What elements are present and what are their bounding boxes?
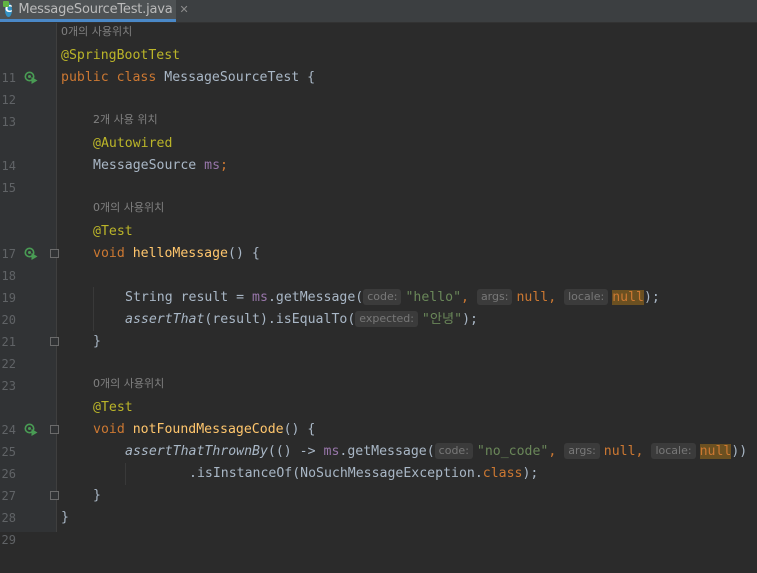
param-hint: locale: [564,289,609,305]
fold-icon[interactable] [50,337,59,346]
annotation: @SpringBootTest [61,48,181,63]
close-brace: } [93,488,101,503]
code-line-25: 25 void notFoundMessageCode() { [0,419,757,459]
code-line-18: 18 void helloMessage() { [0,243,757,283]
code-text: ); [522,466,539,481]
code-line-12: 12 public class MessageSourceTest { [0,67,757,107]
code-text: )) [731,444,748,459]
code-text: .getMessage( [267,290,364,305]
param-hint: args: [476,289,513,305]
field-ms: ms [323,444,340,459]
tab-title: MessageSourceTest.java [18,2,173,17]
code-line-22: 22 } [0,331,757,371]
class-name: MessageSourceTest { [164,70,316,85]
code-text: String result = [125,290,253,305]
line-number: 29 [1,533,16,547]
fold-icon[interactable] [50,249,59,258]
keyword: null [516,290,549,305]
comma: , [548,444,557,459]
usage-hint[interactable]: 2개 사용 위치 [93,111,158,127]
code-text: ); [462,312,478,327]
comma: , [635,444,644,459]
static-method: assertThatThrownBy [125,444,268,459]
close-brace: } [93,334,101,349]
code-line-24: 24 @Test [0,397,757,437]
comma: , [548,290,557,305]
string-literal: "hello" [405,290,462,305]
keyword: null [603,444,636,459]
semicolon: ; [220,158,228,173]
usage-hint-row: 2개 사용 위치 [0,111,757,133]
code-text: .getMessage( [339,444,435,459]
type-name: MessageSource [93,158,205,173]
keyword: class [482,466,523,481]
code-line-26: 26 assertThatThrownBy(() -> ms.getMessag… [0,441,757,481]
param-hint: args: [564,443,600,459]
code-text: ); [643,290,660,305]
method-parens: () { [228,246,260,261]
keyword: void [93,246,125,261]
tab-message-source-test[interactable]: C MessageSourceTest.java ✕ [0,0,189,22]
close-tab-icon[interactable]: ✕ [180,3,189,16]
code-text: .isInstanceOf(NoSuchMessageException. [189,466,483,481]
close-brace: } [61,510,69,525]
usage-hint[interactable]: 0개의 사용위치 [61,23,132,39]
usage-hint[interactable]: 0개의 사용위치 [93,375,164,391]
code-line-15: 15 MessageSource ms; [0,155,757,195]
code-text: (result).isEqualTo( [204,312,356,327]
code-line-13: 13 [0,89,757,129]
usage-hint-row: 0개의 사용위치 [0,375,757,397]
field-ms: ms [204,158,221,173]
code-line-11: 11 @SpringBootTest [0,45,757,85]
param-hint: expected: [355,311,418,327]
code-line-27: 27 .isInstanceOf(NoSuchMessageException.… [0,463,757,503]
code-line-28: 28 } [0,485,757,525]
keyword-highlighted: null [612,290,644,305]
keyword-highlighted: null [699,444,732,459]
param-hint: code: [363,289,402,305]
run-test-icon[interactable] [24,423,38,437]
keyword: class [116,70,157,85]
code-line-14: 14 @Autowired [0,133,757,173]
code-text: (() -> [267,444,324,459]
java-class-icon: C [2,0,13,17]
fold-icon[interactable] [50,491,59,500]
run-test-icon[interactable] [24,247,38,261]
usage-hint[interactable]: 0개의 사용위치 [93,199,164,215]
code-line-17: 17 @Test [0,221,757,261]
comma: , [461,290,469,305]
editor-tab-bar: C MessageSourceTest.java ✕ [0,0,757,23]
run-test-icon[interactable] [24,71,38,85]
code-line-19: 19 [0,265,757,305]
keyword: public [61,70,109,85]
annotation: @Test [93,224,133,239]
static-method: assertThat [125,312,205,327]
field-ms: ms [252,290,268,305]
usage-hint-row: 0개의 사용위치 [0,199,757,221]
line-number: 15 [1,181,16,195]
fold-icon[interactable] [50,425,59,434]
code-line-20: 20 String result = ms.getMessage(code: "h… [0,287,757,327]
method-name: notFoundMessageCode [132,422,284,437]
param-hint: locale: [651,443,696,459]
keyword: void [93,422,125,437]
string-literal: "no_code" [476,444,549,459]
usage-hint-row: 0개의 사용위치 [0,23,757,45]
method-name: helloMessage [132,246,228,261]
code-line-29: 29 } [0,507,757,547]
annotation: @Test [93,400,133,415]
code-line-23: 23 [0,353,757,393]
annotation: @Autowired [93,136,173,151]
method-parens: () { [283,422,316,437]
param-hint: code: [434,443,473,459]
string-literal: "안녕" [421,312,463,327]
code-line-21: 21 assertThat(result).isEqualTo(expected… [0,309,757,349]
